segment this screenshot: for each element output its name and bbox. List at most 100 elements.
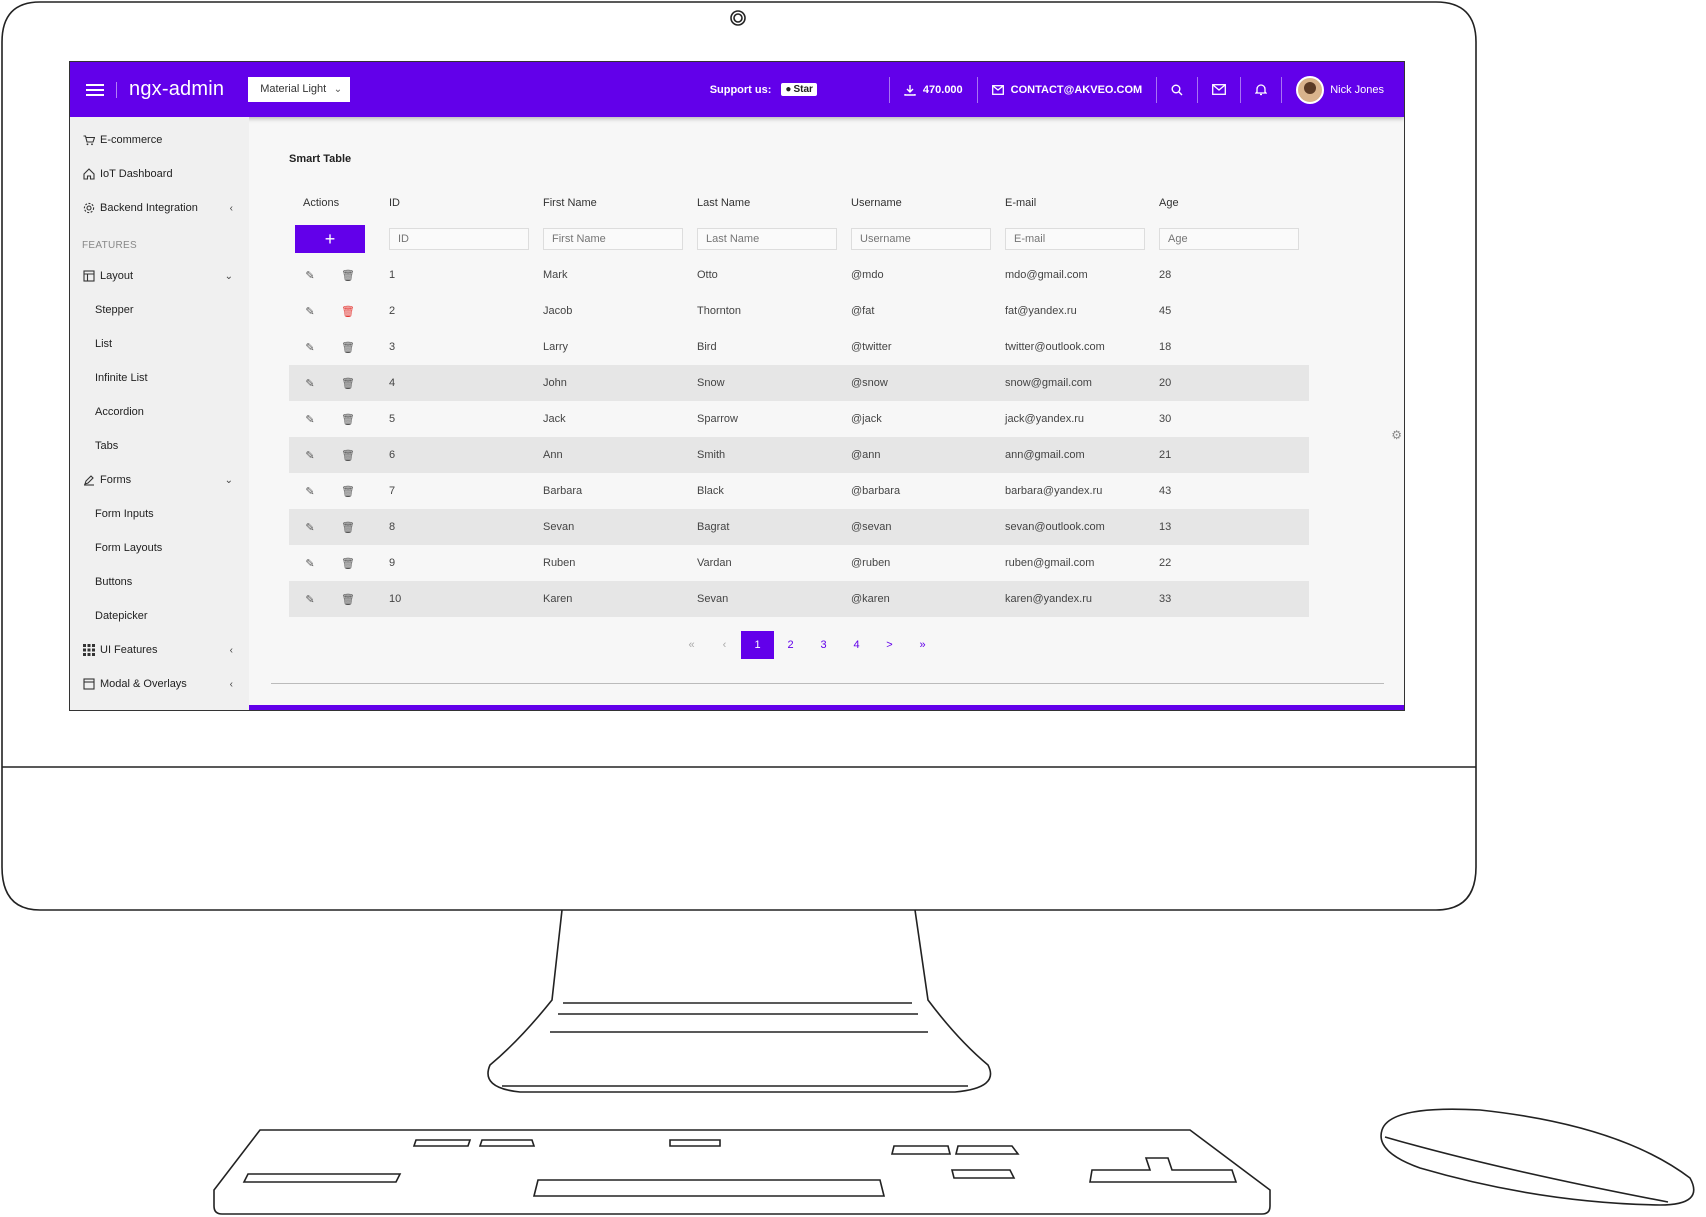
cell-age: 22 [1159, 557, 1172, 569]
sidebar-item-form-inputs[interactable]: Form Inputs [95, 504, 237, 524]
sidebar-item-stepper[interactable]: Stepper [95, 300, 237, 320]
sidebar-item-infinite-list[interactable]: Infinite List [95, 368, 237, 388]
page-title: Smart Table [289, 153, 352, 165]
bell-icon[interactable] [1255, 83, 1268, 96]
id-filter-input[interactable] [389, 228, 529, 250]
last-name-filter-input[interactable] [697, 228, 837, 250]
column-header[interactable]: Last Name [696, 185, 850, 221]
column-header[interactable]: Age [1158, 185, 1309, 221]
messages-icon[interactable] [1212, 84, 1227, 95]
column-header[interactable]: First Name [542, 185, 696, 221]
pagination-page-button[interactable]: 2 [774, 631, 807, 659]
edit-icon[interactable]: ✎ [301, 413, 319, 426]
sidebar-item-label: Layout [100, 270, 134, 282]
cell-last-name: Bird [697, 341, 717, 353]
settings-gear-icon[interactable]: ⚙ [1391, 428, 1402, 442]
sidebar-item-ecommerce[interactable]: E-commerce [82, 130, 237, 150]
pagination-page-button[interactable]: 3 [807, 631, 840, 659]
cell-id: 5 [389, 413, 396, 425]
column-header[interactable]: Username [850, 185, 1004, 221]
sidebar-item-layout[interactable]: Layout ⌄ [82, 266, 237, 286]
header-divider [1197, 76, 1199, 103]
sidebar-item-accordion[interactable]: Accordion [95, 402, 237, 422]
pagination-prev-button[interactable]: ‹ [708, 631, 741, 659]
edit-icon[interactable]: ✎ [301, 377, 319, 390]
trash-icon[interactable]: 🗑 [339, 377, 357, 390]
sidebar-item-backend-integration[interactable]: Backend Integration ‹ [82, 198, 237, 218]
column-header[interactable]: E-mail [1004, 185, 1158, 221]
edit-icon [82, 473, 96, 487]
first-name-filter-input[interactable] [543, 228, 683, 250]
app-logo[interactable]: ngx-admin [129, 78, 224, 101]
edit-icon[interactable]: ✎ [301, 521, 319, 534]
sidebar-item-list[interactable]: List [95, 334, 237, 354]
sidebar-item-label: Stepper [95, 304, 134, 316]
cell-age: 45 [1159, 305, 1172, 317]
username-filter-input[interactable] [851, 228, 991, 250]
column-header[interactable]: ID [388, 185, 542, 221]
sidebar: E-commerce IoT Dashboard Backend Integra… [70, 117, 249, 710]
sidebar-item-iot-dashboard[interactable]: IoT Dashboard [82, 164, 237, 184]
sidebar-item-buttons[interactable]: Buttons [95, 572, 237, 592]
contact-link[interactable]: CONTACT@AKVEO.COM [991, 84, 1142, 96]
row-actions: ✎ 🗑 [289, 329, 388, 365]
github-star-button[interactable]: ● Star [781, 83, 817, 96]
downloads-link[interactable]: 470.000 [904, 84, 963, 96]
sidebar-item-forms[interactable]: Forms ⌄ [82, 470, 237, 490]
sidebar-item-label: E-commerce [100, 134, 163, 146]
sidebar-item-modal-overlays[interactable]: Modal & Overlays ‹ [82, 674, 237, 694]
cell-age: 20 [1158, 365, 1309, 401]
age-filter-input[interactable] [1159, 228, 1299, 250]
trash-icon[interactable]: 🗑 [339, 269, 357, 282]
edit-icon[interactable]: ✎ [301, 449, 319, 462]
cell-id: 3 [389, 341, 396, 353]
search-icon[interactable] [1171, 84, 1183, 96]
cell-email: fat@yandex.ru [1005, 305, 1077, 317]
trash-icon[interactable]: 🗑 [339, 305, 357, 318]
pagination-page-button[interactable]: 1 [741, 631, 774, 659]
cell-age: 33 [1158, 581, 1309, 617]
trash-icon[interactable]: 🗑 [339, 449, 357, 462]
cell-age: 28 [1159, 269, 1172, 281]
edit-icon[interactable]: ✎ [301, 557, 319, 570]
theme-select[interactable]: Material Light ⌄ [248, 77, 351, 102]
cell-id: 9 [389, 557, 396, 569]
sidebar-item-label: IoT Dashboard [100, 168, 173, 180]
cell-email: jack@yandex.ru [1005, 413, 1085, 425]
trash-icon[interactable]: 🗑 [339, 413, 357, 426]
row-actions: ✎ 🗑 [289, 473, 388, 509]
pagination-page-button[interactable]: 4 [840, 631, 873, 659]
row-actions: ✎ 🗑 [289, 545, 388, 581]
edit-icon[interactable]: ✎ [301, 485, 319, 498]
edit-icon[interactable]: ✎ [301, 341, 319, 354]
pagination-last-button[interactable]: » [906, 631, 939, 659]
cell-email: ruben@gmail.com [1005, 557, 1095, 569]
trash-icon[interactable]: 🗑 [339, 485, 357, 498]
trash-icon[interactable]: 🗑 [339, 557, 357, 570]
card-divider [271, 683, 1384, 684]
menu-toggle-icon[interactable] [86, 81, 104, 99]
email-filter-input[interactable] [1005, 228, 1145, 250]
trash-icon[interactable]: 🗑 [339, 593, 357, 606]
cell-last-name: Otto [697, 269, 718, 281]
pagination-first-button[interactable]: « [675, 631, 708, 659]
header-divider [116, 81, 117, 98]
trash-icon[interactable]: 🗑 [339, 521, 357, 534]
sidebar-item-form-layouts[interactable]: Form Layouts [95, 538, 237, 558]
user-name[interactable]: Nick Jones [1330, 84, 1384, 96]
pagination-next-button[interactable]: > [873, 631, 906, 659]
cell-username: @fat [851, 305, 875, 317]
trash-icon[interactable]: 🗑 [339, 341, 357, 354]
cell-username: @ruben [851, 557, 891, 569]
sidebar-item-tabs[interactable]: Tabs [95, 436, 237, 456]
edit-icon[interactable]: ✎ [301, 269, 319, 282]
avatar[interactable] [1296, 75, 1325, 104]
cell-username: @barbara [851, 485, 901, 497]
sidebar-item-ui-features[interactable]: UI Features ‹ [82, 640, 237, 660]
top-header: ngx-admin Material Light ⌄ Support us: ●… [70, 62, 1404, 117]
add-row-button[interactable]: + [295, 225, 365, 253]
edit-icon[interactable]: ✎ [301, 305, 319, 318]
sidebar-item-datepicker[interactable]: Datepicker [95, 606, 237, 626]
table-row: ✎ 🗑 10 Karen Sevan @karen karen@yandex.ru 33 [289, 581, 1309, 617]
edit-icon[interactable]: ✎ [301, 593, 319, 606]
